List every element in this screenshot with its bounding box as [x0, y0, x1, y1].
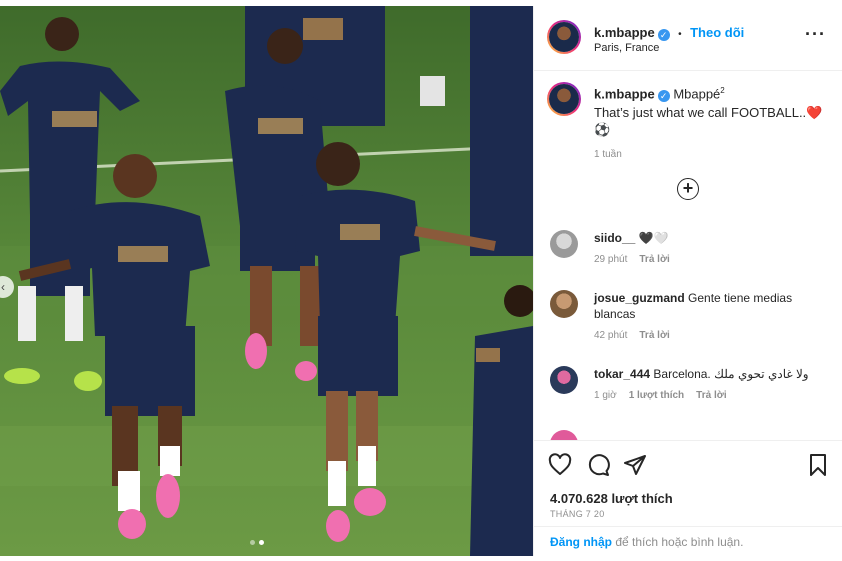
- comments-section[interactable]: k.mbappe ✓ Mbappé2 That’s just what we ca…: [534, 70, 842, 440]
- comment-meta: 1 giờ 1 lượt thích Trả lời: [594, 390, 727, 401]
- post-username[interactable]: k.mbappe: [594, 25, 655, 40]
- caption-time[interactable]: 1 tuần: [594, 146, 824, 163]
- comment-time[interactable]: 29 phút: [594, 254, 627, 265]
- caption-username[interactable]: k.mbappe: [594, 86, 655, 101]
- follow-button[interactable]: Theo dõi: [690, 25, 744, 40]
- caption-emoji: ⚽: [594, 122, 611, 137]
- comment-username[interactable]: josue_guzmand: [594, 291, 685, 305]
- post-date[interactable]: THÁNG 7 20: [550, 509, 605, 519]
- comment-username[interactable]: tokar_444: [594, 367, 650, 381]
- reply-button[interactable]: Trả lời: [696, 390, 726, 401]
- post-actions: 4.070.628 lượt thích THÁNG 7 20: [534, 440, 842, 531]
- comment-time[interactable]: 1 giờ: [594, 390, 617, 401]
- commenter-avatar[interactable]: [550, 430, 578, 440]
- reply-button[interactable]: Trả lời: [639, 330, 669, 341]
- caption-avatar[interactable]: [547, 82, 581, 116]
- comment-item: tokar_444 Barcelona. ولا غادي تحوي ملك 1…: [550, 366, 830, 406]
- avatar[interactable]: [547, 20, 581, 54]
- comment-body: tokar_444 Barcelona. ولا غادي تحوي ملك: [594, 366, 822, 382]
- post-header: k.mbappe ✓ • Theo dõi Paris, France ···: [534, 6, 842, 71]
- carousel-dot-active: [259, 540, 264, 545]
- comment-body: siido__ 🖤🤍: [594, 230, 822, 246]
- comment-text: Barcelona. ولا غادي تحوي ملك: [653, 367, 809, 381]
- login-rest: để thích hoặc bình luận.: [612, 535, 744, 549]
- verified-icon: ✓: [657, 29, 670, 41]
- login-prompt: Đăng nhập để thích hoặc bình luận.: [534, 526, 842, 557]
- caption-text: That’s just what we call FOOTBALL..❤️: [594, 105, 823, 120]
- comment-text: 🖤🤍: [638, 231, 669, 245]
- like-count[interactable]: 4.070.628 lượt thích: [550, 491, 673, 506]
- verified-icon: ✓: [657, 90, 670, 103]
- heart-icon[interactable]: [548, 453, 572, 477]
- commenter-avatar[interactable]: [550, 366, 578, 394]
- comment-username[interactable]: siido__: [594, 231, 635, 245]
- comment-meta: 42 phút Trả lời: [594, 330, 670, 341]
- login-link[interactable]: Đăng nhập: [550, 535, 612, 549]
- comment-item: josue_guzmand Gente tiene medias blancas…: [550, 290, 830, 346]
- training-photo: [0, 6, 533, 556]
- comment-likes[interactable]: 1 lượt thích: [629, 390, 684, 401]
- plus-circle-icon[interactable]: +: [677, 178, 699, 200]
- caption-header: k.mbappe ✓ Mbappé2: [594, 86, 725, 103]
- caption-display-name: Mbappé: [673, 86, 721, 102]
- carousel-indicator: [250, 540, 264, 545]
- bookmark-icon[interactable]: [806, 453, 830, 477]
- login-prompt-text: Đăng nhập để thích hoặc bình luận.: [550, 535, 743, 549]
- comment-icon[interactable]: [586, 453, 610, 477]
- reply-button[interactable]: Trả lời: [639, 254, 669, 265]
- post-photo[interactable]: ‹: [0, 6, 533, 556]
- comment-body: josue_guzmand Gente tiene medias blancas: [594, 290, 822, 322]
- post-panel: k.mbappe ✓ • Theo dõi Paris, France ··· k…: [533, 6, 842, 556]
- carousel-dot: [250, 540, 255, 545]
- comment-item-partial: [550, 430, 830, 440]
- comment-time[interactable]: 42 phút: [594, 330, 627, 341]
- header-line: k.mbappe ✓ • Theo dõi: [594, 24, 744, 42]
- more-options-icon[interactable]: ···: [805, 24, 826, 45]
- commenter-avatar[interactable]: [550, 290, 578, 318]
- commenter-avatar[interactable]: [550, 230, 578, 258]
- caption-superscript: 2: [720, 86, 725, 95]
- caption-text-block: That’s just what we call FOOTBALL..❤️ ⚽ …: [594, 104, 824, 163]
- paper-plane-icon[interactable]: [623, 453, 647, 477]
- separator-dot: •: [678, 29, 682, 40]
- comment-meta: 29 phút Trả lời: [594, 254, 670, 265]
- post-location[interactable]: Paris, France: [594, 42, 659, 54]
- comment-item: siido__ 🖤🤍 29 phút Trả lời: [550, 230, 830, 270]
- instagram-post: ‹ k.mbappe ✓ • Theo dõi Paris, France ···: [0, 0, 842, 561]
